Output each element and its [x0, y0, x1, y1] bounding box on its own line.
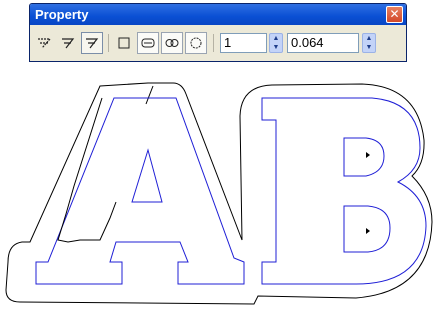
square-corner-icon — [118, 37, 130, 49]
letter-a-counter[interactable] — [131, 148, 163, 203]
round-corner-button[interactable] — [185, 32, 207, 54]
rounded-corner-icon — [141, 38, 155, 48]
node-marker — [366, 152, 370, 158]
outline-cut-mark — [145, 85, 154, 105]
palette-titlebar[interactable]: Property ✕ — [30, 4, 406, 25]
round-corner-icon — [190, 37, 202, 49]
offset-distance-spinner[interactable]: ▲ ▼ — [362, 33, 376, 53]
outline-offset-button[interactable] — [57, 32, 79, 54]
toolbar-separator — [108, 34, 109, 52]
outer-offset-outline[interactable] — [5, 82, 433, 305]
rounded-corner-button[interactable] — [137, 32, 159, 54]
spin-up-icon[interactable]: ▲ — [363, 34, 375, 43]
close-button[interactable]: ✕ — [386, 6, 403, 23]
outline-offset-icon — [62, 38, 75, 49]
letter-b-upper-counter[interactable] — [343, 137, 385, 177]
inner-offset-outline — [57, 97, 117, 243]
node-marker — [366, 228, 370, 234]
letter-b-outline[interactable] — [261, 97, 427, 285]
outline-offset-dashed-button[interactable] — [34, 32, 56, 54]
outline-offset-active-icon — [86, 38, 99, 49]
toolbar-separator — [213, 34, 214, 52]
outline-offset-active-button[interactable] — [81, 32, 103, 54]
spin-down-icon[interactable]: ▼ — [270, 43, 282, 52]
palette-title: Property — [35, 7, 89, 22]
loop-corner-button[interactable] — [161, 32, 183, 54]
letter-a-outline[interactable] — [35, 97, 245, 285]
toolbar: 1 ▲ ▼ 0.064 ▲ ▼ — [30, 25, 406, 61]
offset-count-field[interactable]: 1 — [220, 33, 267, 53]
property-palette: Property ✕ 1 ▲ ▼ 0.064 ▲ ▼ — [29, 3, 407, 62]
spin-up-icon[interactable]: ▲ — [270, 34, 282, 43]
outline-offset-dashed-icon — [38, 38, 52, 49]
loop-corner-icon — [165, 39, 179, 47]
square-corner-button[interactable] — [113, 32, 135, 54]
spin-down-icon[interactable]: ▼ — [363, 43, 375, 52]
offset-count-spinner[interactable]: ▲ ▼ — [269, 33, 283, 53]
offset-distance-field[interactable]: 0.064 — [287, 33, 359, 53]
